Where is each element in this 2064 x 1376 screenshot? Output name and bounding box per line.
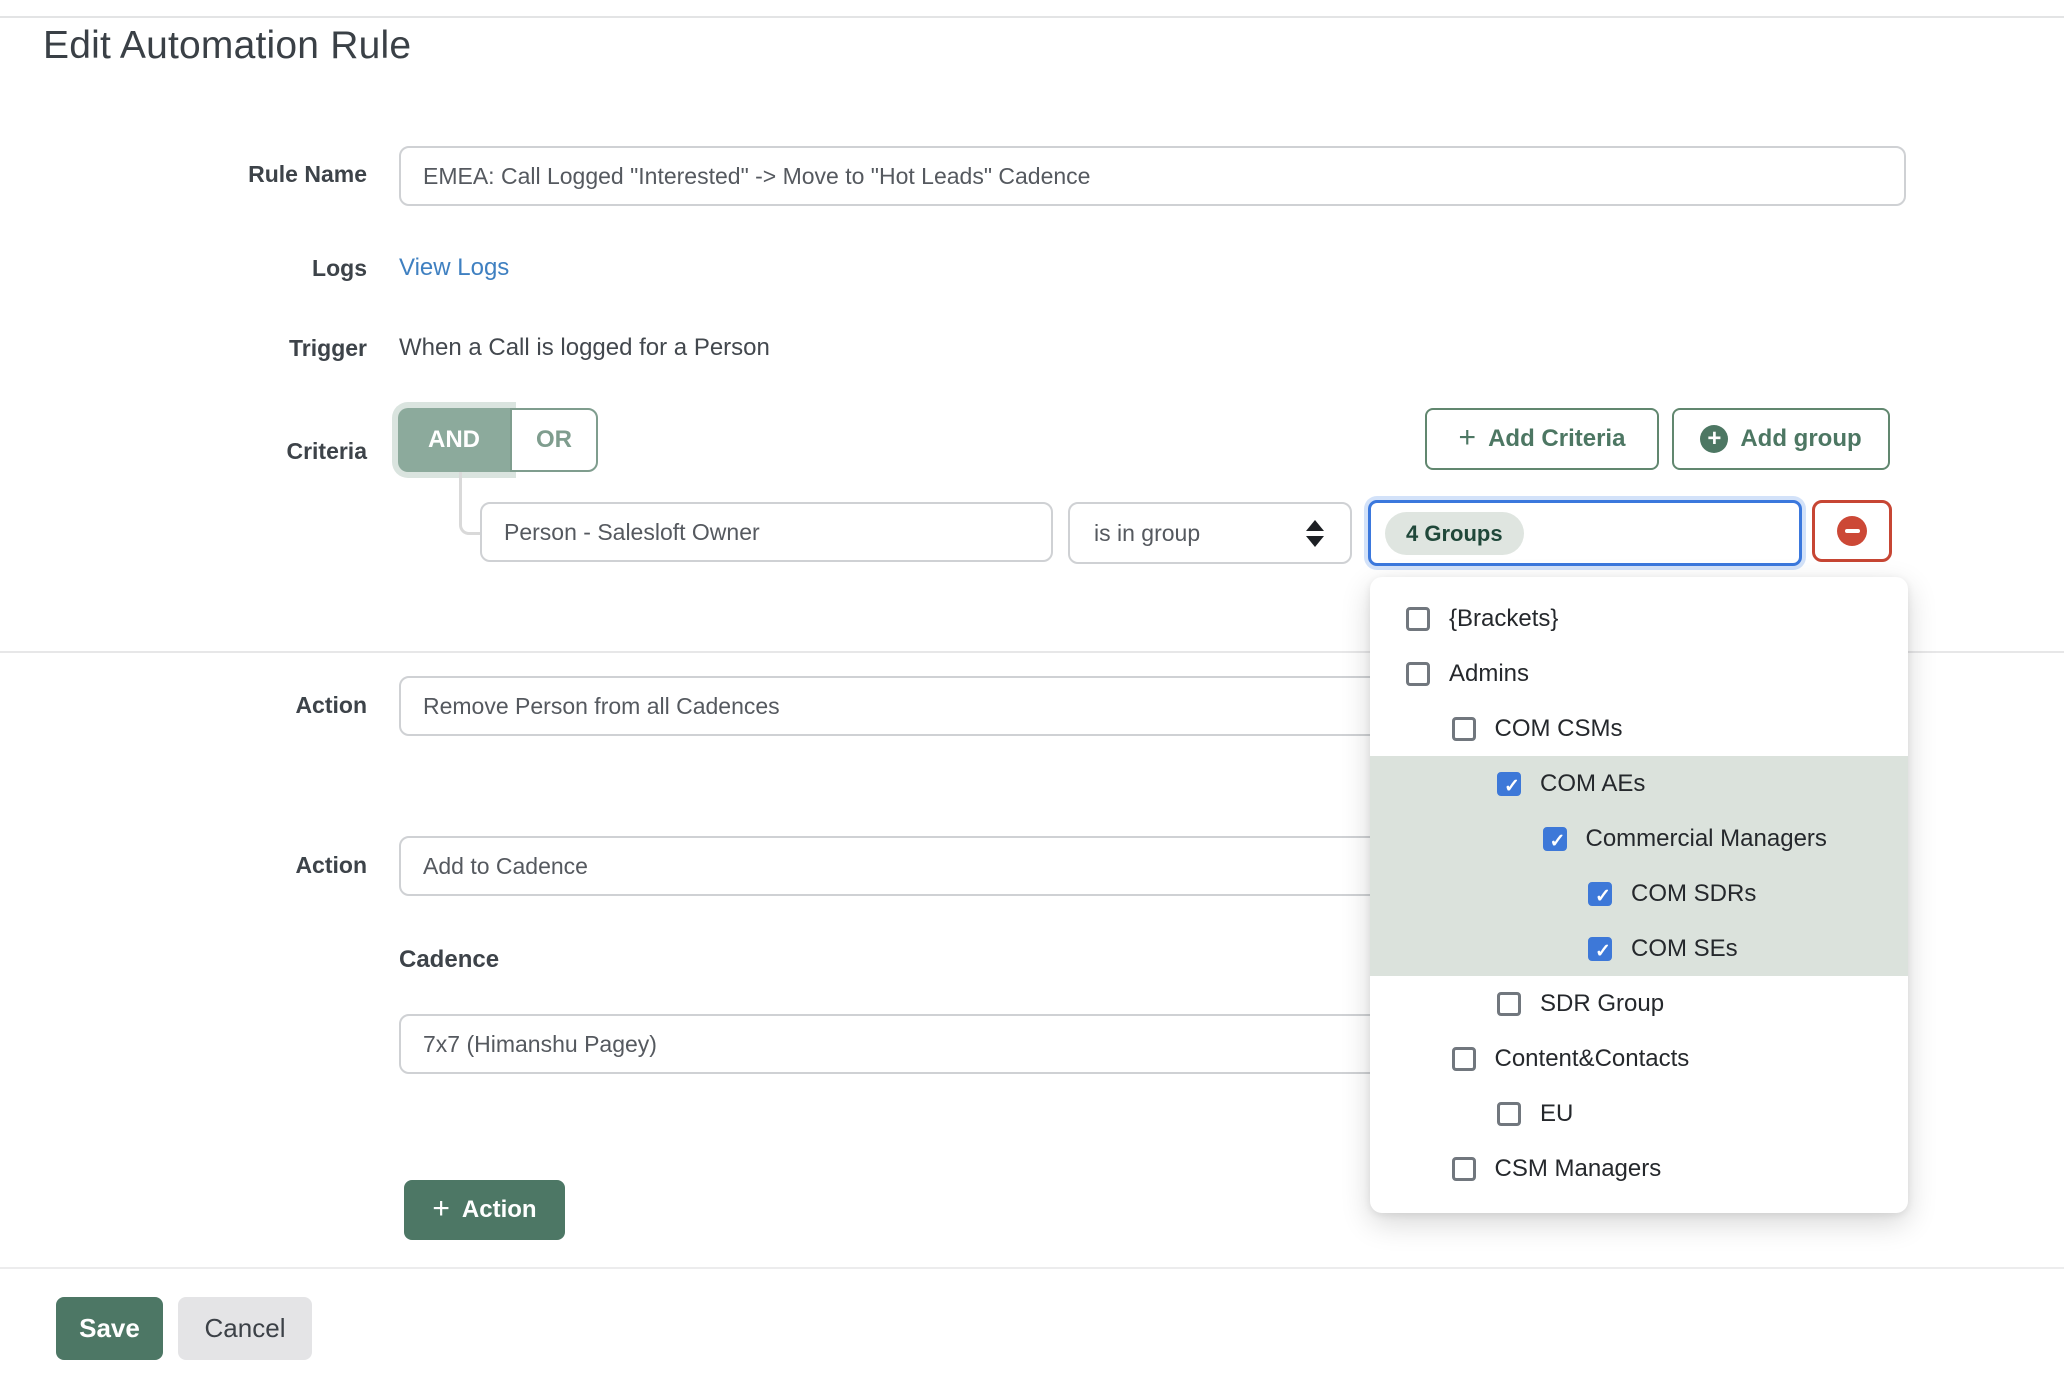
checkbox-unchecked-icon[interactable] [1452, 717, 1476, 741]
group-option[interactable]: Commercial Managers [1370, 811, 1908, 866]
trigger-label: Trigger [0, 335, 367, 362]
group-option[interactable]: COM AEs [1370, 756, 1908, 811]
footer-divider [0, 1267, 2064, 1269]
add-action-label: Action [462, 1196, 537, 1224]
criteria-operator-value: is in group [1070, 520, 1306, 547]
action-2-label: Action [0, 852, 367, 879]
remove-criteria-button[interactable] [1812, 500, 1892, 562]
group-option-label: COM AEs [1540, 770, 1645, 798]
edit-automation-rule-page: Edit Automation Rule Rule Name Logs View… [0, 0, 2064, 1376]
action-1-label: Action [0, 692, 367, 719]
checkbox-unchecked-icon[interactable] [1406, 607, 1430, 631]
groups-dropdown: {Brackets} Admins COM CSMs COM AEs Commercia… [1370, 577, 1908, 1213]
and-toggle-button[interactable]: AND [398, 408, 510, 472]
group-option[interactable]: COM CSMs [1370, 701, 1908, 756]
group-option-label: {Brackets} [1449, 605, 1558, 633]
criteria-operator-select[interactable]: is in group [1068, 502, 1352, 564]
checkbox-unchecked-icon[interactable] [1406, 662, 1430, 686]
view-logs-link[interactable]: View Logs [399, 254, 509, 282]
add-action-button[interactable]: + Action [404, 1180, 565, 1240]
add-criteria-button[interactable]: + Add Criteria [1425, 408, 1659, 470]
page-title: Edit Automation Rule [43, 24, 411, 68]
group-option-label: COM SEs [1631, 935, 1738, 963]
and-or-toggle: AND OR [398, 408, 598, 472]
group-option-label: COM SDRs [1631, 880, 1756, 908]
minus-circle-icon [1837, 516, 1867, 546]
checkbox-unchecked-icon[interactable] [1497, 1102, 1521, 1126]
groups-count-pill: 4 Groups [1385, 512, 1524, 555]
add-group-button[interactable]: + Add group [1672, 408, 1890, 470]
plus-icon: + [432, 1194, 450, 1224]
logs-label: Logs [0, 255, 367, 282]
group-option-label: EU [1540, 1100, 1573, 1128]
group-option-label: COM CSMs [1495, 715, 1623, 743]
or-toggle-button[interactable]: OR [510, 408, 598, 472]
group-option-label: Content&Contacts [1495, 1045, 1690, 1073]
select-updown-icon [1306, 520, 1324, 547]
criteria-label: Criteria [0, 438, 367, 465]
groups-dropdown-list: {Brackets} Admins COM CSMs COM AEs Commercia… [1370, 591, 1908, 1196]
save-button[interactable]: Save [56, 1297, 163, 1360]
group-option[interactable]: Content&Contacts [1370, 1031, 1908, 1086]
checkbox-checked-icon[interactable] [1588, 937, 1612, 961]
group-option-label: Commercial Managers [1586, 825, 1827, 853]
group-option[interactable]: EU [1370, 1086, 1908, 1141]
trigger-value: When a Call is logged for a Person [399, 334, 770, 362]
group-option-label: Admins [1449, 660, 1529, 688]
checkbox-checked-icon[interactable] [1588, 882, 1612, 906]
rule-name-input[interactable] [399, 146, 1906, 206]
group-option[interactable]: Admins [1370, 646, 1908, 701]
group-option-label: SDR Group [1540, 990, 1664, 1018]
group-option[interactable]: {Brackets} [1370, 591, 1908, 646]
checkbox-checked-icon[interactable] [1543, 827, 1567, 851]
group-option[interactable]: COM SDRs [1370, 866, 1908, 921]
group-option[interactable]: CSM Managers [1370, 1141, 1908, 1196]
checkbox-unchecked-icon[interactable] [1452, 1047, 1476, 1071]
group-option-label: CSM Managers [1495, 1155, 1662, 1183]
criteria-groups-multiselect[interactable]: 4 Groups [1368, 500, 1802, 566]
cancel-button[interactable]: Cancel [178, 1297, 312, 1360]
checkbox-unchecked-icon[interactable] [1497, 992, 1521, 1016]
criteria-field-input[interactable] [480, 502, 1053, 562]
plus-circle-icon: + [1700, 425, 1728, 453]
plus-icon: + [1459, 423, 1477, 453]
checkbox-checked-icon[interactable] [1497, 772, 1521, 796]
top-divider [0, 16, 2064, 18]
group-option[interactable]: SDR Group [1370, 976, 1908, 1031]
add-group-label: Add group [1740, 425, 1861, 453]
checkbox-unchecked-icon[interactable] [1452, 1157, 1476, 1181]
rule-name-label: Rule Name [0, 161, 367, 188]
cadence-label: Cadence [399, 946, 499, 974]
add-criteria-label: Add Criteria [1488, 425, 1625, 453]
group-option[interactable]: COM SEs [1370, 921, 1908, 976]
